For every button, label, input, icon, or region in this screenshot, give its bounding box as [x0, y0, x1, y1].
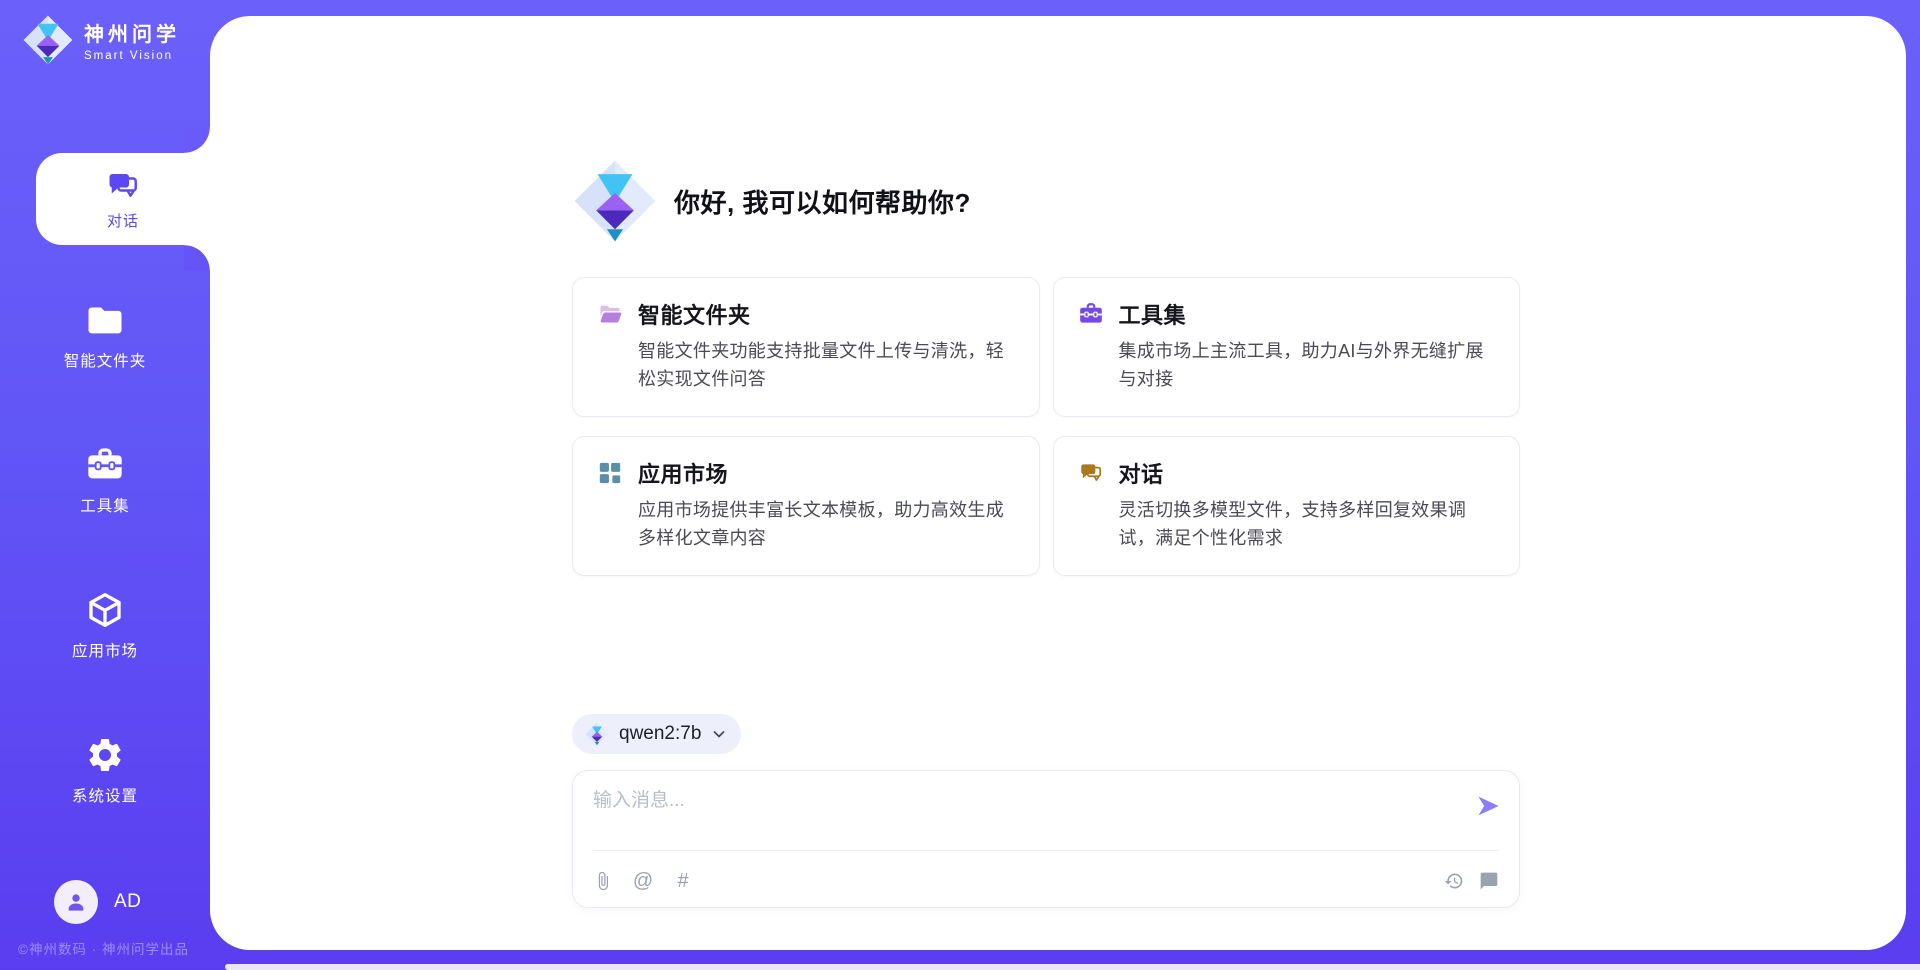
- composer-toolbar: @ #: [593, 865, 1499, 897]
- tab-curve-top: [184, 127, 210, 153]
- send-button[interactable]: [1475, 793, 1501, 819]
- history-button[interactable]: [1444, 871, 1464, 891]
- new-chat-button[interactable]: [1479, 871, 1499, 891]
- feature-cards: 智能文件夹 智能文件夹功能支持批量文件上传与清洗，轻松实现文件问答 工具集 集成…: [572, 277, 1520, 576]
- greeting: 你好, 我可以如何帮助你?: [572, 158, 971, 244]
- card-title: 智能文件夹: [638, 298, 751, 330]
- sidebar-item-label: 对话: [107, 210, 139, 231]
- greeting-text: 你好, 我可以如何帮助你?: [674, 183, 971, 220]
- copyright-text: ©神州数码 · 神州问学出品: [18, 938, 189, 958]
- feature-card[interactable]: 应用市场 应用市场提供丰富长文本模板，助力高效生成多样化文章内容: [572, 436, 1040, 576]
- card-description: 智能文件夹功能支持批量文件上传与清洗，轻松实现文件问答: [638, 338, 1015, 394]
- chat-icon: [1078, 460, 1104, 486]
- sidebar-item-1[interactable]: 智能文件夹: [0, 263, 210, 408]
- model-selector[interactable]: qwen2:7b: [572, 714, 741, 754]
- sidebar: 神州问学 Smart Vision 对话 智能文件夹 工具集 应用市场 系统设置…: [0, 0, 210, 970]
- sidebar-item-4[interactable]: 系统设置: [0, 698, 210, 843]
- card-description: 灵活切换多模型文件，支持多样回复效果调试，满足个性化需求: [1119, 497, 1496, 553]
- toolbox-icon: [85, 445, 125, 485]
- sidebar-nav: 对话 智能文件夹 工具集 应用市场 系统设置: [0, 153, 210, 843]
- avatar: [54, 880, 98, 924]
- sidebar-item-label: 应用市场: [72, 639, 138, 661]
- model-name: qwen2:7b: [619, 723, 701, 745]
- gem-logo-icon: [585, 722, 609, 746]
- card-header: 工具集: [1078, 298, 1496, 330]
- card-header: 对话: [1078, 457, 1496, 489]
- message-composer: @ #: [572, 770, 1520, 908]
- gear-icon: [85, 735, 125, 775]
- sidebar-item-chat[interactable]: 对话: [36, 153, 210, 245]
- hash-icon: #: [677, 871, 688, 891]
- grid-icon: [597, 460, 623, 486]
- card-title: 应用市场: [638, 457, 728, 489]
- card-header: 智能文件夹: [597, 298, 1015, 330]
- sidebar-item-label: 工具集: [80, 494, 130, 516]
- mention-button[interactable]: @: [633, 871, 653, 891]
- sidebar-item-label: 智能文件夹: [64, 349, 147, 371]
- gem-logo-icon: [22, 14, 74, 66]
- person-icon: [63, 889, 89, 915]
- brand-logo: 神州问学 Smart Vision: [0, 0, 210, 66]
- message-input[interactable]: [593, 785, 1453, 845]
- feature-card[interactable]: 工具集 集成市场上主流工具，助力AI与外界无缝扩展与对接: [1053, 277, 1521, 417]
- card-title: 对话: [1119, 457, 1164, 489]
- chat-icon: [105, 168, 141, 204]
- sidebar-item-3[interactable]: 应用市场: [0, 553, 210, 698]
- sidebar-item-label: 系统设置: [72, 784, 138, 806]
- horizontal-scrollbar[interactable]: [225, 964, 1920, 970]
- topic-button[interactable]: #: [673, 871, 693, 891]
- brand-subtitle: Smart Vision: [84, 50, 180, 62]
- cube-icon: [85, 590, 125, 630]
- send-icon: [1475, 793, 1501, 819]
- user-name: AD: [114, 891, 141, 913]
- card-description: 应用市场提供丰富长文本模板，助力高效生成多样化文章内容: [638, 497, 1015, 553]
- at-icon: @: [633, 871, 653, 891]
- feature-card[interactable]: 对话 灵活切换多模型文件，支持多样回复效果调试，满足个性化需求: [1053, 436, 1521, 576]
- paperclip-icon: [593, 871, 613, 891]
- composer-divider: [593, 850, 1499, 851]
- sidebar-item-2[interactable]: 工具集: [0, 408, 210, 553]
- brand-name: 神州问学: [84, 18, 180, 47]
- comment-icon: [1479, 871, 1499, 891]
- card-title: 工具集: [1119, 298, 1187, 330]
- user-account[interactable]: AD: [54, 880, 141, 924]
- toolbox-icon: [1078, 301, 1104, 327]
- chevron-down-icon: [711, 726, 727, 742]
- history-icon: [1444, 871, 1464, 891]
- folder-icon: [85, 300, 125, 340]
- folder-open-icon: [597, 301, 623, 327]
- card-description: 集成市场上主流工具，助力AI与外界无缝扩展与对接: [1119, 338, 1496, 394]
- sidebar-items: 智能文件夹 工具集 应用市场 系统设置: [0, 245, 210, 843]
- attach-file-button[interactable]: [593, 871, 613, 891]
- feature-card[interactable]: 智能文件夹 智能文件夹功能支持批量文件上传与清洗，轻松实现文件问答: [572, 277, 1040, 417]
- tab-curve-bottom: [184, 245, 210, 271]
- gem-logo-icon: [572, 158, 658, 244]
- card-header: 应用市场: [597, 457, 1015, 489]
